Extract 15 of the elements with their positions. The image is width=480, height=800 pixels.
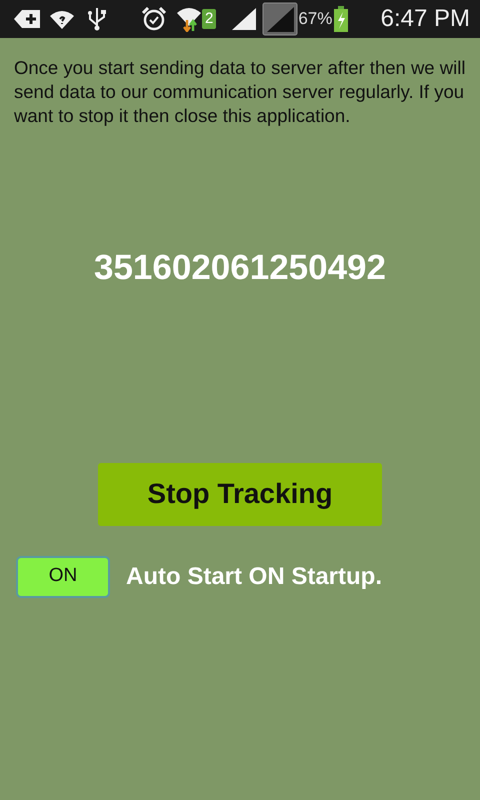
battery-icon	[334, 6, 348, 32]
auto-start-label: Auto Start ON Startup.	[126, 562, 382, 592]
alarm-icon	[142, 7, 166, 31]
wifi-icon	[50, 9, 74, 29]
auto-start-toggle[interactable]: ON	[16, 556, 110, 598]
wifi-data-icon	[176, 6, 202, 32]
signal-icon	[232, 8, 256, 30]
stop-tracking-button[interactable]: Stop Tracking	[98, 462, 382, 526]
clock: 6:47 PM	[380, 4, 470, 34]
battery-percent: 67%	[298, 8, 332, 30]
sim-badge: 2	[202, 9, 216, 29]
device-id: 351602061250492	[93, 247, 387, 289]
notification-icon	[14, 10, 40, 28]
info-message: Once you start sending data to server after then we will send data to our communication server regularly. If you want to stop it then close this application.	[13, 56, 466, 128]
usb-icon	[88, 7, 106, 31]
